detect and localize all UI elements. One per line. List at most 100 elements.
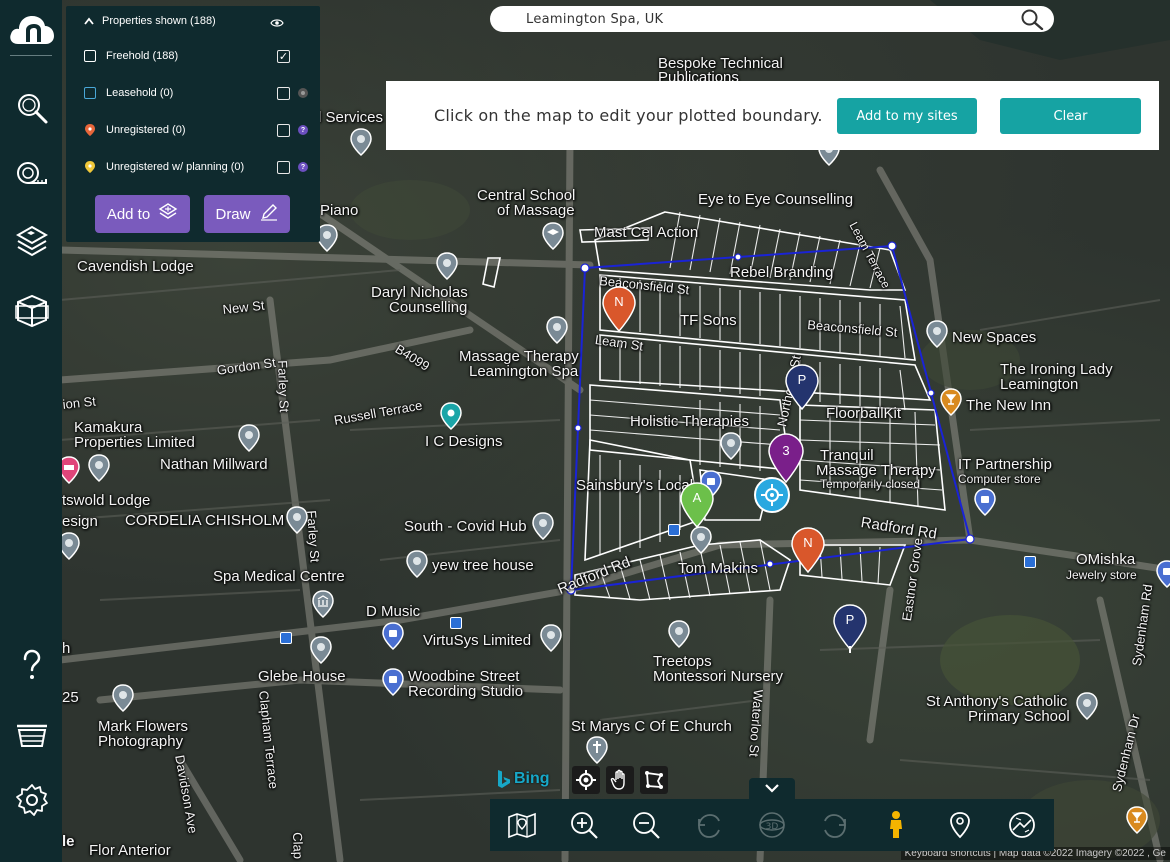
map-box-icon[interactable]: [12, 290, 52, 330]
map-label: The Ironing Lady: [1000, 361, 1113, 378]
logo-icon[interactable]: [8, 10, 56, 50]
unregistered-pin[interactable]: N: [602, 286, 636, 333]
street-view-person-icon[interactable]: [878, 807, 914, 843]
basket-icon[interactable]: [12, 712, 52, 752]
map-label: Cavendish Lodge: [77, 258, 194, 275]
eye-icon[interactable]: [270, 15, 284, 27]
map-label: Treetops: [653, 653, 712, 670]
cluster-pin[interactable]: 3: [768, 433, 804, 484]
measure-icon[interactable]: [12, 155, 52, 195]
bus-stop-icon[interactable]: [1024, 556, 1036, 568]
help-badge-icon[interactable]: ?: [298, 162, 308, 172]
add-to-my-sites-button[interactable]: Add to my sites: [837, 98, 977, 134]
view-3d-icon[interactable]: 3D: [754, 807, 790, 843]
map-label: l Services: [318, 109, 384, 126]
map-label: 25: [62, 689, 79, 706]
map-label: Daryl Nicholas: [371, 284, 468, 301]
draw-button[interactable]: Draw: [204, 195, 290, 233]
place-marker-icon[interactable]: [540, 624, 562, 652]
boundary-edit-bar: Click on the map to edit your plotted bo…: [386, 81, 1159, 150]
place-marker-icon[interactable]: [546, 316, 568, 344]
chevron-up-icon[interactable]: [84, 16, 94, 26]
map-label: le: [62, 833, 75, 850]
place-marker-icon[interactable]: [436, 252, 458, 280]
zoom-out-icon[interactable]: [628, 807, 664, 843]
place-marker-icon[interactable]: [690, 526, 712, 554]
map-label: Central School: [477, 187, 576, 204]
unregistered-checkbox[interactable]: [277, 123, 290, 137]
settings-icon[interactable]: [12, 780, 52, 820]
place-marker-icon[interactable]: [310, 636, 332, 664]
bar-marker-icon[interactable]: [1126, 806, 1148, 834]
map-label: Jewelry store: [1066, 568, 1137, 582]
map-label: Recording Studio: [408, 683, 524, 700]
place-marker-icon[interactable]: [350, 128, 372, 156]
bus-stop-icon[interactable]: [450, 617, 462, 629]
leasehold-checkbox[interactable]: [277, 86, 290, 100]
map-label: Eye to Eye Counselling: [698, 191, 854, 208]
place-marker-icon[interactable]: [238, 424, 260, 452]
filter-row-unregistered: Unregistered (0) ?: [84, 121, 308, 139]
place-marker-icon[interactable]: [406, 550, 428, 578]
place-marker-icon[interactable]: [926, 320, 948, 348]
polygon-select-icon[interactable]: [640, 766, 668, 794]
map-label: Spa Medical Centre: [213, 568, 345, 585]
unregistered-pin[interactable]: N: [791, 527, 825, 574]
map-label: Sainsbury's Local: [576, 477, 694, 494]
place-marker-icon[interactable]: [112, 684, 134, 712]
shop-marker-icon[interactable]: [382, 622, 404, 650]
shop-marker-icon[interactable]: [974, 488, 996, 516]
shop-marker-icon[interactable]: [1156, 560, 1170, 588]
help-badge-icon[interactable]: ?: [298, 125, 308, 135]
place-marker-icon[interactable]: [1076, 692, 1098, 720]
place-marker-icon[interactable]: [532, 512, 554, 540]
place-marker-icon[interactable]: [668, 620, 690, 648]
map-view-icon[interactable]: [504, 807, 540, 843]
planning-pin[interactable]: P: [785, 364, 819, 411]
search-icon[interactable]: [1020, 8, 1044, 31]
map-label: Glebe House: [258, 668, 346, 685]
filter-row-leasehold: Leasehold (0): [84, 84, 308, 102]
bus-stop-icon[interactable]: [668, 524, 680, 536]
place-marker-icon[interactable]: [720, 432, 742, 460]
locate-icon[interactable]: [572, 766, 600, 794]
location-pin-icon[interactable]: [942, 807, 978, 843]
zoom-in-icon[interactable]: [566, 807, 602, 843]
unregistered-pin-icon: [84, 123, 96, 137]
spa-marker-icon[interactable]: [440, 402, 462, 430]
freehold-checkbox[interactable]: ✓: [277, 49, 290, 63]
map-label: Counselling: [389, 299, 468, 316]
place-marker-icon[interactable]: [88, 454, 110, 482]
leasehold-info-icon[interactable]: [298, 88, 308, 98]
bus-stop-icon[interactable]: [280, 632, 292, 644]
globe-route-icon[interactable]: [1004, 807, 1040, 843]
planning-pin[interactable]: P: [833, 604, 867, 654]
rotate-left-icon[interactable]: [692, 807, 728, 843]
rotate-right-icon[interactable]: [816, 807, 852, 843]
school-marker-icon[interactable]: [542, 222, 564, 250]
properties-header[interactable]: Properties shown (188): [84, 15, 216, 27]
crosshair-target-icon[interactable]: [754, 477, 790, 513]
site-pin[interactable]: A: [680, 482, 714, 529]
add-to-button[interactable]: Add to: [95, 195, 190, 233]
bing-logo: Bing: [496, 769, 550, 789]
place-marker-icon[interactable]: [286, 506, 308, 534]
search-input[interactable]: [526, 9, 996, 29]
filter-row-unregistered-planning: Unregistered w/ planning (0) ?: [84, 158, 308, 176]
bar-marker-icon[interactable]: [940, 388, 962, 416]
help-icon[interactable]: [12, 645, 52, 685]
museum-marker-icon[interactable]: [312, 590, 334, 618]
toolbar-collapse-button[interactable]: [749, 778, 795, 800]
church-marker-icon[interactable]: [586, 736, 608, 764]
map-label: Temporarily closed: [820, 477, 921, 491]
layers-icon[interactable]: [12, 222, 52, 262]
unregistered-planning-checkbox[interactable]: [277, 160, 290, 174]
map-label: Mark Flowers: [98, 718, 189, 735]
map-label: Flor Anterior: [89, 842, 171, 859]
map-tools: [568, 764, 668, 796]
clear-button[interactable]: Clear: [1000, 98, 1141, 134]
shop-marker-icon[interactable]: [382, 668, 404, 696]
hand-pan-icon[interactable]: [606, 766, 634, 794]
map-label: New Spaces: [952, 329, 1037, 346]
search-icon[interactable]: [12, 88, 52, 128]
